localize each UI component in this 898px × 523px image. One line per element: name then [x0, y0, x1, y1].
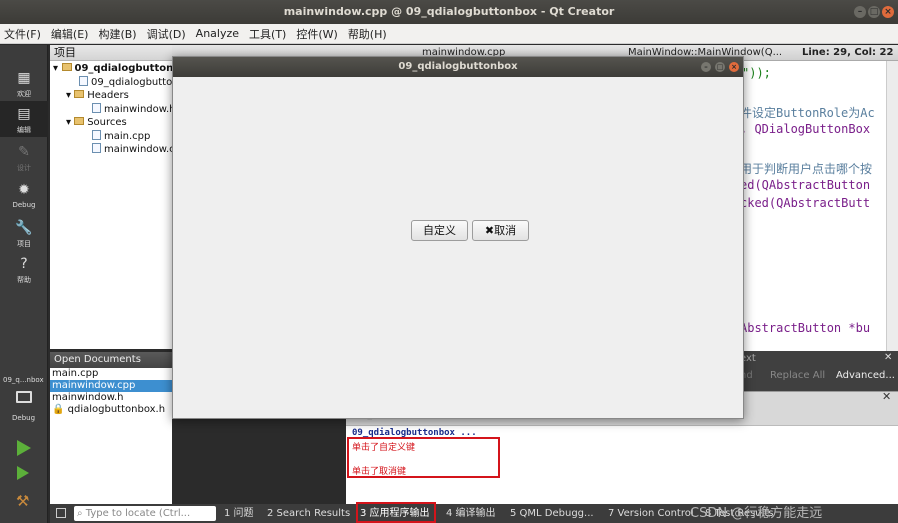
maximize-icon[interactable]: □	[715, 62, 725, 72]
find-toolbar: ext ✕ nd Replace All Advanced...	[740, 351, 898, 391]
dialog-window: 09_qdialogbuttonbox – □ × 自定义 ✖取消	[172, 56, 744, 419]
menu-help[interactable]: 帮助(H)	[348, 26, 387, 42]
open-documents-header: Open Documents	[50, 352, 172, 368]
close-icon[interactable]: ×	[729, 62, 739, 72]
cancel-icon: ✖	[484, 224, 495, 237]
maximize-icon[interactable]: □	[868, 6, 880, 18]
menu-widgets[interactable]: 控件(W)	[296, 26, 337, 42]
menu-edit[interactable]: 编辑(E)	[51, 26, 89, 42]
code-line: AbstractButton *bu	[740, 321, 871, 335]
close-icon[interactable]: ×	[882, 6, 894, 18]
menu-analyze[interactable]: Analyze	[196, 27, 239, 40]
sources-folder[interactable]: ▾ Sources	[66, 116, 127, 129]
collapse-arrow-icon: ▾	[53, 63, 62, 74]
toggle-sidebar-icon[interactable]	[56, 508, 66, 518]
menu-debug[interactable]: 调试(D)	[147, 26, 186, 42]
open-doc-item[interactable]: mainwindow.h	[50, 392, 172, 404]
highlight-box	[347, 437, 500, 478]
replace-all-button[interactable]: Replace All	[770, 370, 825, 381]
code-line: "));	[742, 66, 771, 80]
headers-folder[interactable]: ▾ Headers	[66, 89, 129, 102]
lock-icon: 🔒	[52, 404, 68, 415]
code-line: , QDialogButtonBox	[740, 122, 871, 136]
window-titlebar: mainwindow.cpp @ 09_qdialogbuttonbox - Q…	[0, 0, 898, 24]
mode-welcome[interactable]: ▦ 欢迎	[0, 65, 48, 101]
mode-debug[interactable]: ✹ Debug	[0, 177, 48, 213]
project-tree: ▾ 09_qdialogbuttonbox 09_qdialogbuttonbo…	[50, 61, 172, 349]
folder-icon	[74, 90, 85, 98]
open-doc-item[interactable]: 🔒 qdialogbuttonbox.h	[50, 404, 172, 416]
dialog-titlebar: 09_qdialogbuttonbox – □ ×	[173, 57, 743, 77]
code-line: cked(QAbstractButt	[740, 196, 871, 210]
monitor-icon[interactable]	[16, 391, 32, 403]
debug-run-icon[interactable]	[17, 466, 29, 480]
menu-file[interactable]: 文件(F)	[4, 26, 41, 42]
close-icon[interactable]: ✕	[882, 390, 891, 403]
advanced-button[interactable]: Advanced...	[836, 370, 895, 381]
cancel-button[interactable]: ✖取消	[472, 220, 529, 241]
mode-edit[interactable]: ▤ 编辑	[0, 101, 48, 137]
bug-icon: ✹	[18, 182, 30, 198]
pro-file-item[interactable]: 09_qdialogbuttonbox.pro	[79, 76, 172, 89]
file-icon	[79, 76, 88, 86]
open-doc-item[interactable]: main.cpp	[50, 368, 172, 380]
mode-sidebar: ▦ 欢迎 ▤ 编辑 ✎ 设计 ✹ Debug 🔧 项目 ? 帮助 09_q...nbox D…	[0, 45, 48, 523]
kit-build-config: Debug	[12, 414, 36, 422]
menu-build[interactable]: 构建(B)	[98, 26, 136, 42]
project-icon	[61, 63, 72, 71]
cpp-file-icon	[92, 130, 101, 140]
kit-label: 09_q...nbox	[3, 376, 44, 384]
search-icon: ⌕	[77, 508, 86, 519]
menu-bar: 文件(F) 编辑(E) 构建(B) 调试(D) Analyze 工具(T) 控件…	[0, 24, 898, 44]
wrench-icon: 🔧	[15, 220, 33, 236]
collapse-arrow-icon: ▾	[66, 90, 75, 101]
close-icon[interactable]: ✕	[884, 352, 892, 363]
mode-design[interactable]: ✎ 设计	[0, 139, 48, 175]
project-root[interactable]: ▾ 09_qdialogbuttonbox	[53, 62, 172, 75]
folder-icon	[74, 117, 85, 125]
highlight-box	[356, 502, 436, 523]
run-icon[interactable]	[17, 440, 31, 456]
cursor-position: Line: 29, Col: 22	[802, 47, 894, 58]
cpp-file-icon	[92, 143, 101, 153]
tab-compile-output[interactable]: 4 编译输出	[446, 504, 496, 523]
grid-icon: ▦	[17, 70, 31, 86]
watermark: CSDN @行稳方能走远	[690, 506, 823, 521]
source-file-item[interactable]: mainwindow.cpp	[92, 143, 172, 156]
custom-button[interactable]: 自定义	[411, 220, 468, 241]
collapse-arrow-icon: ▾	[66, 117, 75, 128]
project-panel-header: 项目	[50, 45, 172, 61]
open-doc-item-selected[interactable]: mainwindow.cpp	[50, 380, 172, 392]
dialog-title: 09_qdialogbuttonbox	[398, 61, 518, 72]
tab-version-control[interactable]: 7 Version Control	[608, 504, 694, 523]
edit-doc-icon: ▤	[17, 106, 31, 122]
tab-qml-debugger[interactable]: 5 QML Debugg...	[510, 504, 594, 523]
window-title: mainwindow.cpp @ 09_qdialogbuttonbox - Q…	[283, 5, 615, 18]
mode-help[interactable]: ? 帮助	[0, 251, 48, 287]
tab-issues[interactable]: 1 问题	[224, 504, 254, 523]
editor-scrollbar[interactable]	[886, 61, 898, 351]
menu-tools[interactable]: 工具(T)	[249, 26, 286, 42]
open-documents-list: main.cpp mainwindow.cpp mainwindow.h 🔒 q…	[50, 368, 172, 504]
header-file-icon	[92, 103, 101, 113]
mode-projects[interactable]: 🔧 项目	[0, 215, 48, 251]
help-icon: ?	[20, 256, 28, 272]
source-file-item[interactable]: main.cpp	[92, 130, 150, 143]
code-line: 件设定ButtonRole为Ac	[740, 106, 875, 120]
tab-search-results[interactable]: 2 Search Results	[267, 504, 350, 523]
code-line: 用于判断用户点击哪个按	[740, 162, 873, 176]
locate-input[interactable]: ⌕ Type to locate (Ctrl...	[74, 506, 216, 521]
build-hammer-icon[interactable]: ⚒	[16, 492, 29, 510]
code-line: ed(QAbstractButton	[740, 178, 871, 192]
status-bar: ⌕ Type to locate (Ctrl... 1 问题 2 Search …	[50, 504, 898, 523]
minimize-icon[interactable]: –	[701, 62, 711, 72]
header-file-item[interactable]: mainwindow.h	[92, 103, 172, 116]
pencil-icon: ✎	[18, 144, 30, 160]
minimize-icon[interactable]: –	[854, 6, 866, 18]
